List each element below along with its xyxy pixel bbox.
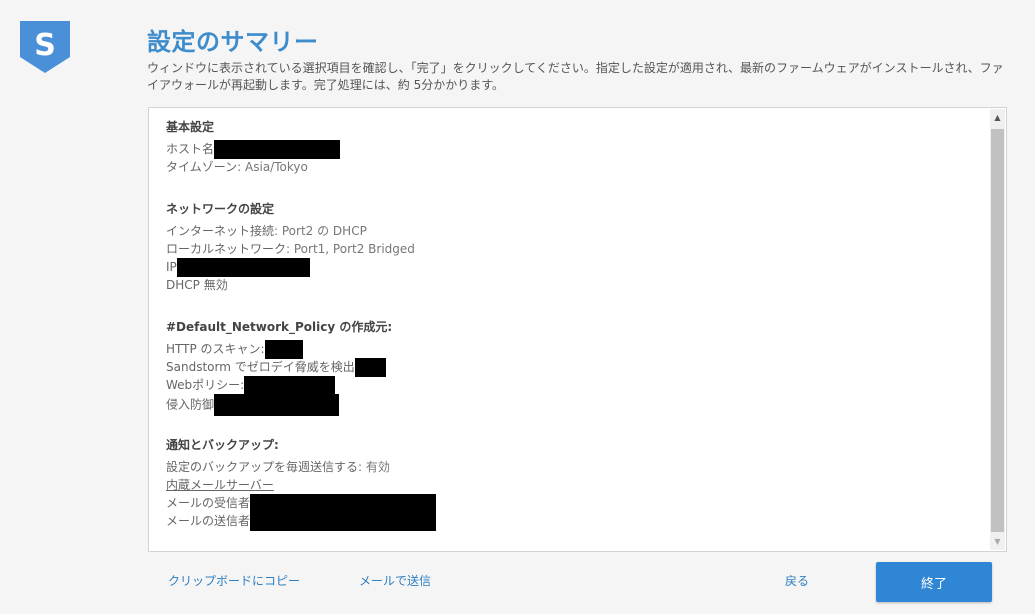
row-internet: インターネット接続: Port2 の DHCP: [166, 222, 976, 240]
recipient-redacted: [250, 494, 437, 513]
row-ip: IP: [166, 258, 976, 277]
sender-redacted: [250, 512, 437, 531]
row-backup: 設定のバックアップを毎週送信する: 有効: [166, 458, 976, 476]
row-recipient: メールの受信者: [166, 494, 976, 513]
local-network-label: ローカルネットワーク: [166, 242, 287, 256]
dhcp-label: DHCP 無効: [166, 278, 228, 292]
row-local-network: ローカルネットワーク: Port1, Port2 Bridged: [166, 240, 976, 258]
scroll-down-icon[interactable]: ▼: [990, 533, 1005, 550]
hostname-label: ホスト名: [166, 142, 215, 156]
backup-label: 設定のバックアップを毎週送信する: [166, 460, 359, 474]
hostname-redacted: [214, 140, 341, 159]
http-scan-label: HTTP のスキャン:: [166, 342, 265, 356]
sender-label: メールの送信者: [166, 514, 251, 528]
scroll-up-icon[interactable]: ▲: [990, 109, 1005, 126]
section-title-basic: 基本設定: [166, 120, 215, 134]
row-dhcp: DHCP 無効: [166, 276, 976, 294]
web-policy-redacted: [244, 376, 336, 395]
back-link[interactable]: 戻る: [785, 572, 809, 589]
internet-label: インターネット接続: [166, 224, 275, 238]
page-description: ウィンドウに表示されている選択項目を確認し、「完了」をクリックしてください。指定…: [147, 61, 1004, 92]
summary-content: 基本設定 ホスト名 タイムゾーン: Asia/Tokyo ネットワークの設定 イ…: [166, 118, 976, 551]
sophos-logo: S: [20, 21, 70, 73]
timezone-value: : Asia/Tokyo: [237, 160, 308, 174]
logo-letter: S: [34, 28, 56, 63]
section-title-policy: #Default_Network_Policy の作成元:: [166, 320, 393, 334]
ip-label: IP: [166, 260, 177, 274]
vertical-scrollbar[interactable]: ▲ ▼: [990, 109, 1005, 550]
sandstorm-redacted: [354, 358, 386, 377]
recipient-label: メールの受信者: [166, 496, 251, 510]
mailserver-link[interactable]: 内蔵メールサーバー: [166, 476, 976, 494]
section-basic: 基本設定 ホスト名 タイムゾーン: Asia/Tokyo: [166, 118, 976, 176]
scrollbar-thumb[interactable]: [991, 129, 1004, 532]
ip-redacted: [176, 258, 310, 277]
ips-redacted: [214, 394, 340, 416]
row-timezone: タイムゾーン: Asia/Tokyo: [166, 158, 976, 176]
sandstorm-label: Sandstorm でゼロデイ脅威を検出: [166, 360, 355, 374]
summary-panel[interactable]: 基本設定 ホスト名 タイムゾーン: Asia/Tokyo ネットワークの設定 イ…: [148, 107, 1007, 552]
section-title-network: ネットワークの設定: [166, 202, 275, 216]
copy-to-clipboard-link[interactable]: クリップボードにコピー: [168, 572, 300, 589]
section-notify: 通知とバックアップ: 設定のバックアップを毎週送信する: 有効 内蔵メールサーバ…: [166, 436, 976, 531]
ips-label: 侵入防御: [166, 397, 215, 412]
page-title: 設定のサマリー: [147, 28, 319, 56]
row-sandstorm: Sandstorm でゼロデイ脅威を検出: [166, 358, 976, 377]
http-scan-redacted: [264, 340, 303, 359]
row-ips: 侵入防御: [166, 394, 976, 416]
section-network: ネットワークの設定 インターネット接続: Port2 の DHCP ローカルネッ…: [166, 200, 976, 294]
section-title-notify: 通知とバックアップ:: [166, 438, 279, 452]
timezone-label: タイムゾーン: [166, 160, 238, 174]
finish-button[interactable]: 終了: [876, 562, 992, 602]
row-http-scan: HTTP のスキャン:: [166, 340, 976, 359]
local-network-value: : Port1, Port2 Bridged: [286, 242, 415, 256]
send-email-link[interactable]: メールで送信: [359, 572, 431, 589]
internet-value: : Port2 の DHCP: [274, 224, 367, 238]
row-web-policy: Webポリシー:: [166, 376, 976, 395]
web-policy-label: Webポリシー:: [166, 378, 245, 392]
section-policy: #Default_Network_Policy の作成元: HTTP のスキャン…: [166, 318, 976, 416]
backup-value: : 有効: [358, 460, 390, 474]
row-sender: メールの送信者: [166, 512, 976, 531]
row-hostname: ホスト名: [166, 140, 976, 159]
